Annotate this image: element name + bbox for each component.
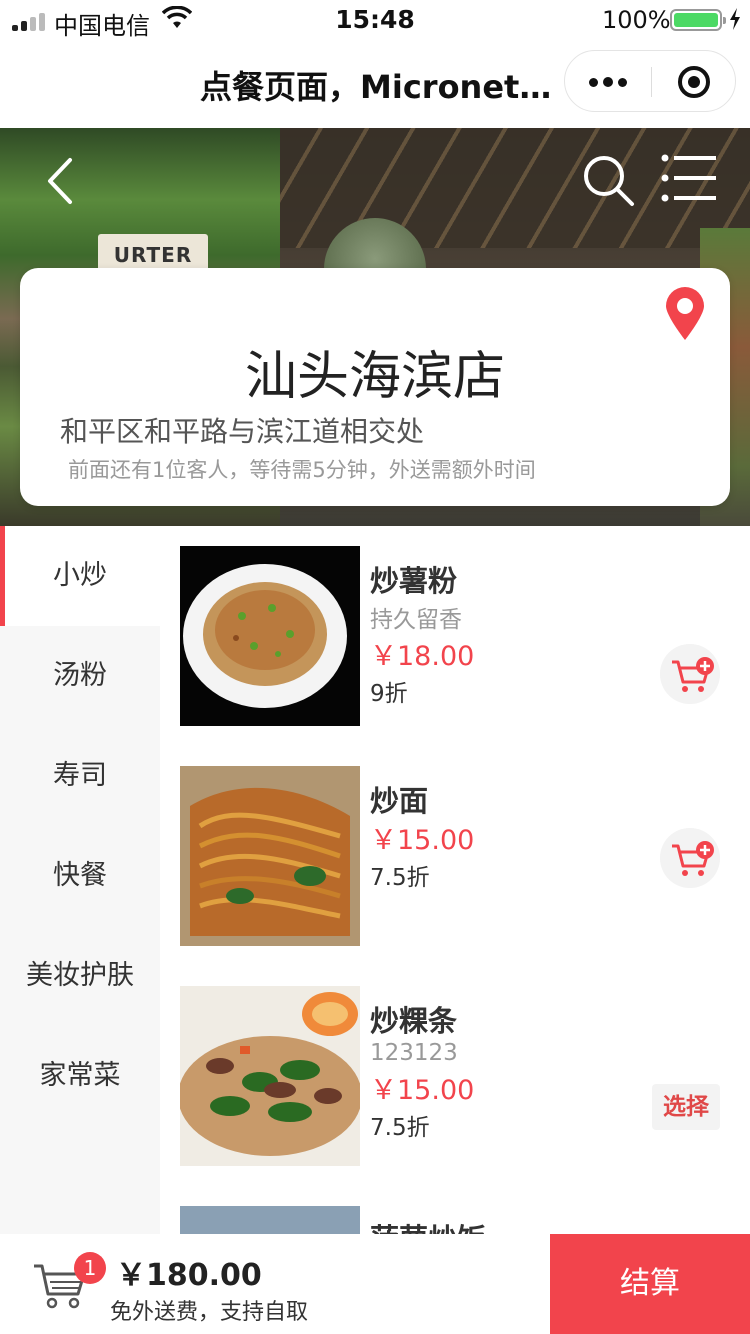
nav-bar: 点餐页面，Micronet...	[0, 40, 750, 128]
dish-discount: 7.5折	[370, 865, 430, 891]
page-title: 点餐页面，Micronet...	[200, 68, 555, 106]
charging-icon	[730, 8, 740, 30]
category-item-kuaican[interactable]: 快餐	[0, 826, 160, 926]
more-icon[interactable]	[565, 51, 651, 113]
back-icon[interactable]	[40, 156, 80, 206]
cart-total: ￥180.00	[116, 1258, 262, 1293]
cart-count-badge: 1	[74, 1252, 106, 1284]
dish-image[interactable]	[180, 1206, 360, 1234]
store-card: 汕头海滨店 和平区和平路与滨江道相交处 前面还有1位客人，等待需5分钟，外送需额…	[20, 268, 730, 506]
checkout-button[interactable]: 结算	[550, 1234, 750, 1334]
category-sidebar: 小炒 汤粉 寿司 快餐 美妆护肤 家常菜	[0, 526, 160, 1234]
dish-desc: 持久留香	[370, 607, 462, 633]
dish-name: 菠萝炒饭	[370, 1216, 486, 1234]
category-item-tangfen[interactable]: 汤粉	[0, 626, 160, 726]
mini-program-capsule	[564, 50, 736, 112]
list-item: 菠萝炒饭	[160, 1186, 750, 1234]
store-address: 和平区和平路与滨江道相交处	[60, 415, 425, 448]
store-name: 汕头海滨店	[244, 347, 505, 407]
category-item-jiachangcai[interactable]: 家常菜	[0, 1026, 160, 1126]
dish-price: ￥15.00	[370, 825, 475, 856]
dish-name: 炒薯粉	[370, 564, 458, 598]
add-to-cart-icon[interactable]	[660, 828, 720, 888]
menu-icon[interactable]	[660, 152, 718, 204]
list-item: 炒薯粉 持久留香 ￥18.00 9折	[160, 526, 750, 726]
dish-price: ￥15.00	[370, 1075, 475, 1106]
dish-discount: 7.5折	[370, 1115, 430, 1141]
add-to-cart-icon[interactable]	[660, 644, 720, 704]
dish-name: 炒粿条	[370, 1004, 458, 1038]
dish-price: ￥18.00	[370, 641, 475, 672]
dish-desc: 123123	[370, 1040, 458, 1066]
bottom-bar: 1 ￥180.00 免外送费，支持自取 结算	[0, 1234, 750, 1334]
shipping-note: 免外送费，支持自取	[110, 1300, 309, 1325]
dish-list: 炒薯粉 持久留香 ￥18.00 9折 炒面 ￥15.00 7.5折 炒粿条 12…	[160, 526, 750, 1234]
dish-image[interactable]	[180, 986, 360, 1166]
category-item-meizhuang[interactable]: 美妆护肤	[0, 926, 160, 1026]
dish-image[interactable]	[180, 546, 360, 726]
target-icon[interactable]	[652, 51, 736, 113]
search-icon[interactable]	[580, 152, 636, 208]
list-item: 炒粿条 123123 ￥15.00 7.5折 选择	[160, 966, 750, 1166]
category-item-shousi[interactable]: 寿司	[0, 726, 160, 826]
status-bar: 中国电信 15:48 100%	[0, 0, 750, 40]
battery-icon	[670, 9, 726, 31]
battery-percent: 100%	[602, 6, 671, 34]
list-item: 炒面 ￥15.00 7.5折	[160, 746, 750, 946]
category-item-xiaochao[interactable]: 小炒	[0, 526, 160, 626]
dish-discount: 9折	[370, 681, 408, 707]
choose-spec-button[interactable]: 选择	[652, 1084, 720, 1130]
dish-image[interactable]	[180, 766, 360, 946]
store-wait-info: 前面还有1位客人，等待需5分钟，外送需额外时间	[68, 458, 536, 482]
dish-name: 炒面	[370, 784, 429, 818]
